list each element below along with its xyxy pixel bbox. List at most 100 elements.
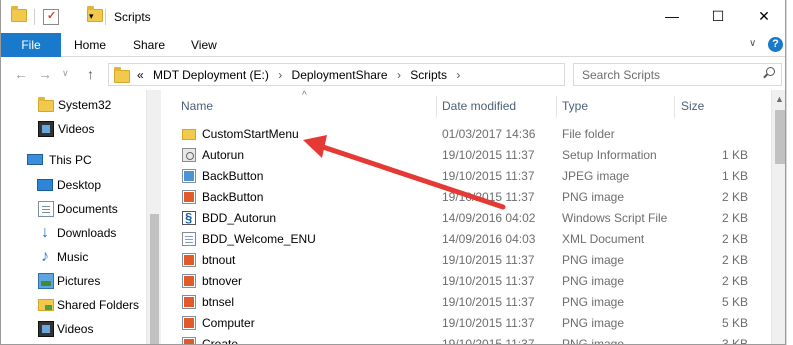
nav-item-label: Downloads — [57, 226, 117, 240]
table-row[interactable]: CustomStartMenu 01/03/2017 14:36 File fo… — [161, 124, 769, 145]
setup-info-icon — [182, 148, 196, 162]
tab-file[interactable]: File — [1, 33, 61, 57]
nav-item-downloads[interactable]: ↓ Downloads — [1, 221, 146, 245]
address-bar[interactable]: « MDT Deployment (E:) › DeploymentShare … — [108, 63, 659, 86]
column-divider[interactable] — [436, 96, 437, 118]
download-icon: ↓ — [41, 224, 49, 241]
forward-arrow-icon[interactable]: → — [38, 66, 52, 82]
table-row[interactable]: BDD_Autorun 14/09/2016 04:02 Windows Scr… — [161, 208, 769, 229]
maximize-button[interactable]: ☐ — [695, 0, 741, 33]
file-type: PNG image — [562, 295, 625, 309]
file-date: 19/10/2015 11:37 — [442, 337, 535, 345]
column-header-name[interactable]: Name — [181, 99, 213, 117]
recent-locations-icon[interactable]: ∨ — [62, 68, 69, 79]
nav-item-music[interactable]: ♪ Music — [1, 245, 146, 269]
up-arrow-icon[interactable]: ↑ — [87, 66, 94, 82]
nav-item-this-pc[interactable]: This PC — [1, 148, 146, 172]
file-type: XML Document — [562, 232, 645, 246]
help-icon[interactable]: ? — [768, 37, 783, 52]
file-type: PNG image — [562, 316, 625, 330]
nav-item-system32[interactable]: System32 — [1, 93, 146, 117]
file-name: btnover — [202, 274, 243, 288]
table-row[interactable]: BackButton 19/10/2015 11:37 PNG image 2 … — [161, 187, 769, 208]
table-row[interactable]: btnover 19/10/2015 11:37 PNG image 2 KB — [161, 271, 769, 292]
png-icon — [182, 274, 196, 288]
png-icon — [182, 253, 196, 267]
nav-item-pictures[interactable]: Pictures — [1, 269, 146, 293]
customize-toolbar-icon[interactable]: ▾ — [89, 11, 94, 27]
nav-item-label: Videos — [58, 122, 95, 136]
breadcrumb-overflow[interactable]: « — [137, 68, 144, 82]
breadcrumb-item[interactable]: MDT Deployment (E:) — [153, 68, 269, 82]
nav-item-label: Pictures — [57, 274, 101, 288]
table-row[interactable]: Autorun 19/10/2015 11:37 Setup Informati… — [161, 145, 769, 166]
table-row[interactable]: Create 19/10/2015 11:37 PNG image 3 KB — [161, 334, 769, 345]
script-file-icon — [182, 210, 196, 225]
file-name: BDD_Welcome_ENU — [202, 232, 316, 246]
column-header-size[interactable]: Size — [681, 99, 704, 117]
jpeg-icon — [182, 169, 196, 183]
breadcrumb-item[interactable]: DeploymentShare — [292, 68, 388, 82]
png-icon — [182, 295, 196, 309]
file-size: 1 KB — [721, 148, 748, 162]
file-type: Setup Information — [562, 148, 657, 162]
file-date: 19/10/2015 11:37 — [442, 274, 535, 288]
properties-icon[interactable]: ✓ — [43, 9, 59, 25]
breadcrumb-separator-icon[interactable]: › — [397, 68, 401, 82]
tab-home[interactable]: Home — [74, 33, 106, 57]
table-row[interactable]: Computer 19/10/2015 11:37 PNG image 5 KB — [161, 313, 769, 334]
column-divider[interactable] — [556, 96, 557, 118]
breadcrumb-separator-icon[interactable]: › — [456, 68, 460, 82]
back-arrow-icon[interactable]: ← — [14, 66, 28, 82]
close-button[interactable]: ✕ — [741, 0, 785, 33]
breadcrumb-item[interactable]: Scripts — [410, 68, 447, 82]
table-row[interactable]: btnsel 19/10/2015 11:37 PNG image 5 KB — [161, 292, 769, 313]
navigation-bar: ← → ∨ ↑ « MDT Deployment (E:) › Deployme… — [1, 58, 785, 90]
tab-share[interactable]: Share — [133, 33, 165, 57]
window-title: Scripts — [114, 10, 151, 24]
breadcrumb-separator-icon[interactable]: › — [278, 68, 282, 82]
shared-folder-icon — [38, 299, 54, 311]
file-list-scrollbar[interactable]: ▲ — [771, 90, 785, 344]
nav-item-videos[interactable]: Videos — [1, 117, 146, 141]
file-name: BackButton — [202, 190, 264, 204]
table-row[interactable]: BDD_Welcome_ENU 14/09/2016 04:03 XML Doc… — [161, 229, 769, 250]
nav-pane-scrollbar[interactable] — [146, 90, 161, 344]
nav-item-label: This PC — [49, 153, 92, 167]
minimize-button[interactable]: — — [649, 0, 695, 33]
nav-item-shared-folders[interactable]: Shared Folders — [1, 293, 146, 317]
table-row[interactable]: BackButton 19/10/2015 11:37 JPEG image 1… — [161, 166, 769, 187]
toolbar-divider — [105, 9, 106, 25]
nav-item-videos[interactable]: Videos — [1, 317, 146, 341]
title-bar: ✓ ▾ Scripts — ☐ ✕ — [1, 0, 785, 33]
file-date: 19/10/2015 11:37 — [442, 316, 535, 330]
breadcrumb: « MDT Deployment (E:) › DeploymentShare … — [137, 68, 466, 82]
scrollbar-thumb[interactable] — [775, 110, 785, 164]
nav-item-documents[interactable]: Documents — [1, 197, 146, 221]
tab-view[interactable]: View — [191, 33, 217, 57]
table-row[interactable]: btnout 19/10/2015 11:37 PNG image 2 KB — [161, 250, 769, 271]
nav-item-desktop[interactable]: Desktop — [1, 173, 146, 197]
column-header-type[interactable]: Type — [562, 99, 588, 117]
search-input[interactable]: Search Scripts — [573, 63, 782, 86]
column-divider[interactable] — [674, 96, 675, 118]
pictures-icon — [38, 273, 54, 289]
file-name: BackButton — [202, 169, 264, 183]
scroll-up-icon[interactable]: ▲ — [775, 94, 784, 104]
music-icon: ♪ — [41, 248, 49, 265]
file-date: 19/10/2015 11:37 — [442, 295, 535, 309]
column-header-date-modified[interactable]: Date modified — [442, 99, 516, 117]
background-window-edge — [786, 0, 793, 345]
file-date: 19/10/2015 11:37 — [442, 190, 535, 204]
file-date: 14/09/2016 04:02 — [442, 211, 536, 225]
scrollbar-thumb[interactable] — [150, 214, 159, 344]
png-icon — [182, 316, 196, 330]
file-type: PNG image — [562, 253, 625, 267]
computer-icon — [27, 154, 43, 165]
nav-item-label: System32 — [58, 98, 112, 112]
file-type: PNG image — [562, 337, 625, 345]
file-size: 2 KB — [721, 211, 748, 225]
chevron-down-icon[interactable]: ∨ — [749, 38, 756, 49]
file-name: BDD_Autorun — [202, 211, 277, 225]
file-name: btnout — [202, 253, 236, 267]
